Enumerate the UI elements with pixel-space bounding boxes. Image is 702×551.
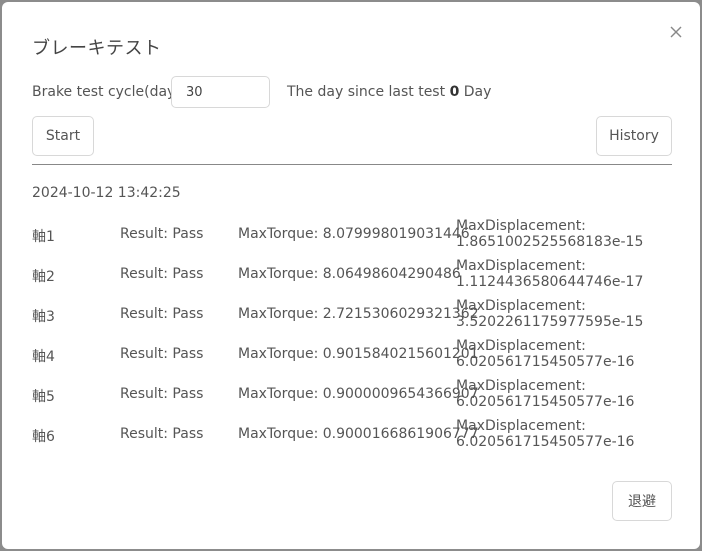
max-displacement-value: 6.020561715450577e-16 [456,434,635,450]
max-displacement-label: MaxDisplacement: [456,258,586,274]
cycle-label: Brake test cycle(day) [32,84,181,100]
since-unit: Day [463,84,492,100]
dialog-title: ブレーキテスト [32,38,162,59]
start-button[interactable]: Start [32,116,94,156]
brake-test-dialog: ブレーキテスト Brake test cycle(day) The day si… [2,2,700,549]
test-timestamp: 2024-10-12 13:42:25 [32,185,181,201]
result-row: 軸2 Result: Pass MaxTorque: 8.0649860429048… [32,258,672,292]
result-status: Result: Pass [120,266,204,282]
close-button[interactable] [666,22,686,42]
result-row: 軸3 Result: Pass MaxTorque: 2.7215306029321… [32,298,672,332]
max-displacement: MaxDisplacement: 1.1124436580644746e-17 [456,258,643,290]
max-displacement-value: 6.020561715450577e-16 [456,354,635,370]
days-since-last-test: The day since last test 0 Day [287,84,491,100]
axis-label: 軸4 [32,349,55,365]
max-displacement-value: 1.8651002525568183e-15 [456,234,644,250]
result-status: Result: Pass [120,226,204,242]
divider [32,164,672,165]
close-icon [670,26,682,38]
max-displacement-label: MaxDisplacement: [456,418,586,434]
max-torque: MaxTorque: 2.7215306029321362 [238,306,479,322]
max-displacement-label: MaxDisplacement: [456,298,586,314]
since-prefix: The day since last test [287,84,446,100]
result-row: 軸1 Result: Pass MaxTorque: 8.0799980190314… [32,218,672,252]
result-status: Result: Pass [120,346,204,362]
max-displacement-label: MaxDisplacement: [456,338,586,354]
result-status: Result: Pass [120,306,204,322]
max-torque: MaxTorque: 0.9015840215601201 [238,346,479,362]
exit-button[interactable]: 退避 [612,481,672,521]
max-displacement-value: 1.1124436580644746e-17 [456,274,644,290]
max-displacement-label: MaxDisplacement: [456,378,586,394]
max-torque: MaxTorque: 8.079998019031446 [238,226,470,242]
result-status: Result: Pass [120,386,204,402]
max-displacement: MaxDisplacement: 6.020561715450577e-16 [456,418,634,450]
max-displacement: MaxDisplacement: 6.020561715450577e-16 [456,378,634,410]
axis-label: 軸6 [32,429,55,445]
max-torque: MaxTorque: 0.9000009654366907 [238,386,479,402]
since-value: 0 [449,84,460,100]
max-torque: MaxTorque: 8.06498604290486 [238,266,461,282]
cycle-input[interactable] [171,76,270,108]
max-displacement: MaxDisplacement: 1.8651002525568183e-15 [456,218,643,250]
max-displacement: MaxDisplacement: 6.020561715450577e-16 [456,338,634,370]
max-displacement-value: 6.020561715450577e-16 [456,394,635,410]
result-row: 軸6 Result: Pass MaxTorque: 0.9000166861906… [32,418,672,452]
result-status: Result: Pass [120,426,204,442]
axis-label: 軸2 [32,269,55,285]
result-row: 軸5 Result: Pass MaxTorque: 0.9000009654366… [32,378,672,412]
axis-label: 軸1 [32,229,55,245]
result-row: 軸4 Result: Pass MaxTorque: 0.9015840215601… [32,338,672,372]
max-displacement: MaxDisplacement: 3.5202261175977595e-15 [456,298,643,330]
axis-label: 軸3 [32,309,55,325]
max-displacement-value: 3.5202261175977595e-15 [456,314,644,330]
axis-label: 軸5 [32,389,55,405]
history-button[interactable]: History [596,116,672,156]
max-displacement-label: MaxDisplacement: [456,218,586,234]
max-torque: MaxTorque: 0.9000166861906777 [238,426,479,442]
